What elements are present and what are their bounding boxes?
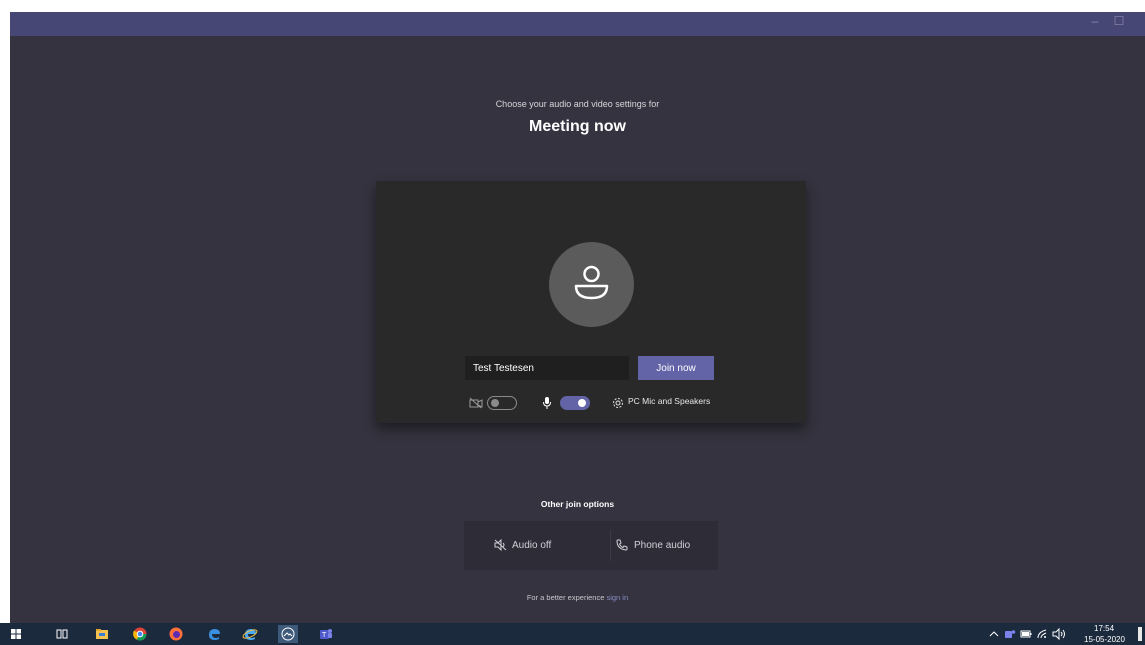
camera-toggle[interactable] — [487, 396, 517, 410]
media-controls: PC Mic and Speakers — [376, 395, 806, 415]
photos-icon[interactable] — [278, 625, 298, 643]
firefox-icon[interactable] — [168, 626, 184, 642]
wifi-icon[interactable] — [1036, 626, 1048, 642]
phone-icon — [616, 539, 628, 551]
audio-off-label: Audio off — [512, 540, 552, 551]
teams-window: – ☐ Choose your audio and video settings… — [10, 12, 1145, 623]
microphone-icon — [543, 397, 551, 409]
task-view-icon[interactable] — [54, 626, 70, 642]
edge-icon[interactable] — [206, 626, 222, 642]
phone-audio-label: Phone audio — [634, 540, 691, 551]
signin-prefix: For a better experience — [526, 593, 607, 602]
windows-taskbar: T 17:54 15-05-2020 — [0, 623, 1145, 645]
join-now-button[interactable]: Join now — [638, 356, 714, 380]
clock-time[interactable]: 17:54 — [1094, 624, 1114, 633]
gear-icon[interactable] — [612, 397, 624, 409]
microphone-toggle[interactable] — [560, 396, 590, 410]
phone-audio-button[interactable]: Phone audio — [616, 521, 690, 570]
minimize-button[interactable]: – — [1086, 14, 1104, 28]
file-explorer-icon[interactable] — [94, 626, 110, 642]
options-divider — [610, 530, 611, 561]
internet-explorer-icon[interactable] — [242, 626, 258, 642]
svg-text:T: T — [322, 632, 327, 639]
avatar — [549, 242, 634, 327]
microphone-toggle-knob — [578, 399, 586, 407]
show-hidden-icons-icon[interactable] — [988, 626, 1000, 642]
teams-tray-icon[interactable] — [1004, 626, 1016, 642]
person-icon — [574, 265, 609, 300]
device-settings-label[interactable]: PC Mic and Speakers — [628, 396, 710, 406]
show-desktop-button[interactable] — [1138, 627, 1142, 641]
name-input[interactable] — [465, 356, 629, 380]
other-join-options: Audio off Phone audio — [464, 521, 718, 570]
sign-in-link[interactable]: sign in — [606, 593, 628, 602]
camera-off-icon — [469, 397, 483, 409]
other-join-options-title: Other join options — [540, 499, 615, 509]
maximize-button[interactable]: ☐ — [1110, 14, 1128, 28]
signin-prompt: For a better experience sign in — [10, 593, 1145, 602]
meeting-title: Meeting now — [529, 118, 626, 135]
audio-off-button[interactable]: Audio off — [494, 521, 551, 570]
camera-toggle-knob — [491, 399, 499, 407]
prejoin-subtitle: Choose your audio and video settings for — [495, 99, 660, 109]
battery-icon[interactable] — [1020, 626, 1032, 642]
volume-icon[interactable] — [1052, 626, 1066, 642]
teams-icon[interactable]: T — [318, 626, 334, 642]
speaker-off-icon — [494, 539, 507, 552]
prejoin-card: Join now PC Mic and Speakers — [376, 181, 806, 423]
title-bar: – ☐ — [10, 12, 1145, 36]
windows-start-icon[interactable] — [8, 626, 24, 642]
chrome-icon[interactable] — [132, 626, 148, 642]
clock-date[interactable]: 15-05-2020 — [1084, 635, 1125, 644]
